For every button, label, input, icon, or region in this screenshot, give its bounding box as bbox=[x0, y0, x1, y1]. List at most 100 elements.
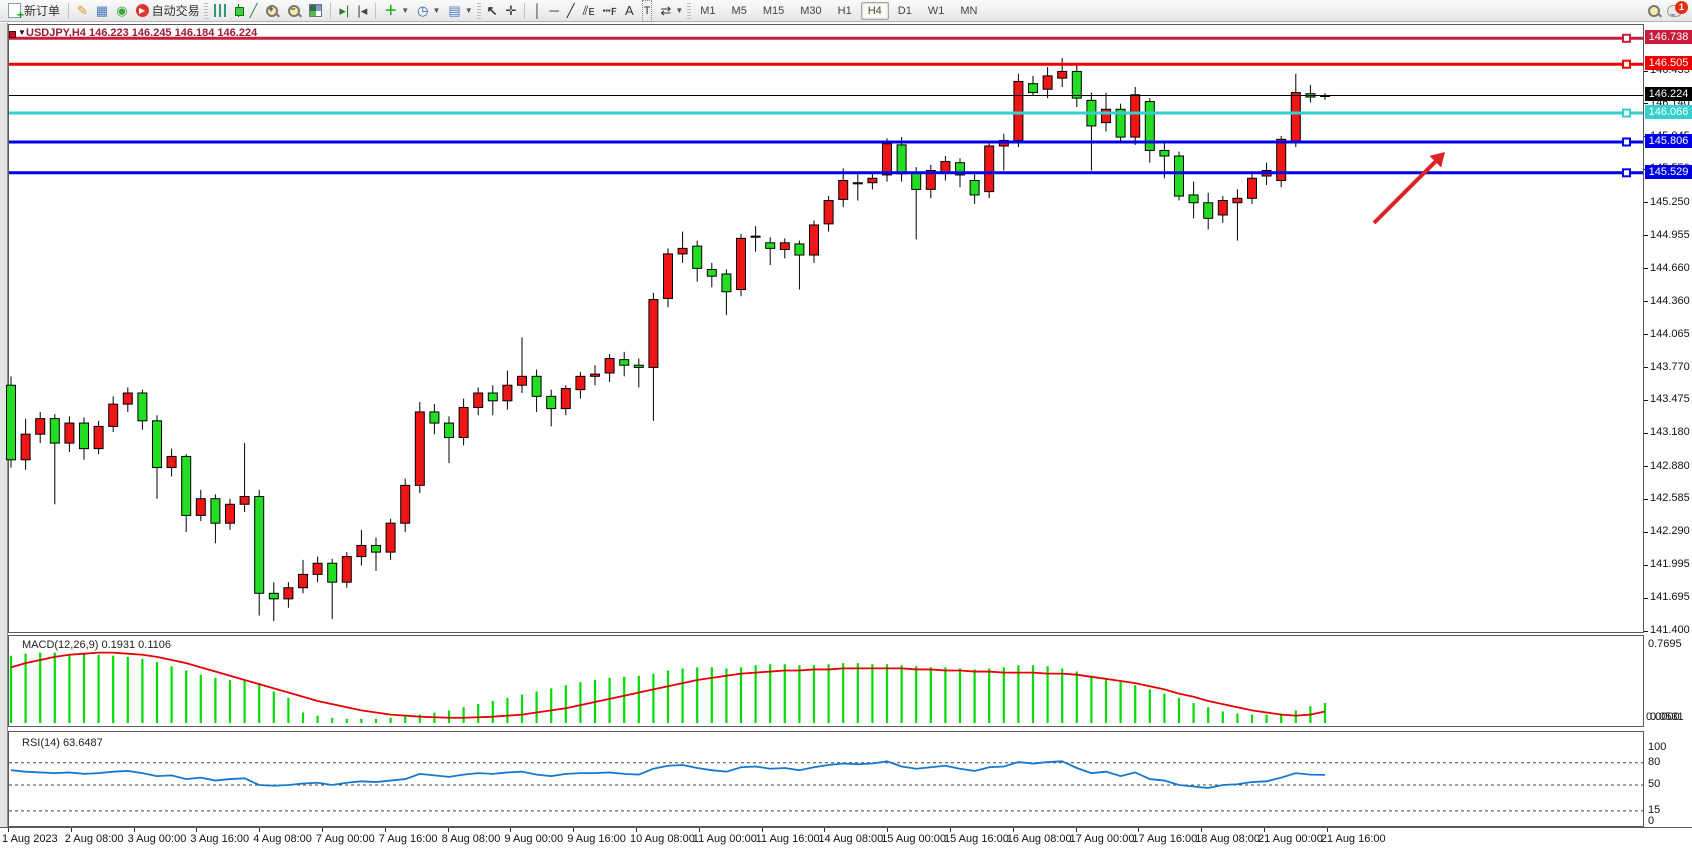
template-chart-icon: ▤ bbox=[448, 1, 460, 21]
candlestick-button[interactable] bbox=[231, 1, 246, 21]
line-chart-button[interactable]: ╱ bbox=[246, 1, 262, 21]
price-tick bbox=[1644, 499, 1648, 500]
timeframe-m15[interactable]: M15 bbox=[756, 2, 791, 20]
autotrade-button[interactable]: ▶ 自动交易 bbox=[132, 1, 204, 21]
auto-scroll-button[interactable]: ▸| bbox=[335, 1, 353, 21]
timeframe-m1[interactable]: M1 bbox=[693, 2, 722, 20]
search-icon[interactable] bbox=[1647, 4, 1661, 18]
time-axis-label: 21 Aug 16:00 bbox=[1321, 833, 1386, 845]
label-tool-button[interactable]: T bbox=[638, 1, 657, 21]
styles-button[interactable]: ✎ bbox=[73, 1, 92, 21]
crosshair-button[interactable]: ✛ bbox=[502, 1, 521, 21]
time-tick bbox=[950, 828, 951, 832]
time-tick bbox=[1264, 828, 1265, 832]
price-tick bbox=[1644, 235, 1648, 236]
timeframe-h4[interactable]: H4 bbox=[861, 2, 889, 20]
macd-chart bbox=[9, 636, 1643, 726]
channel-tool-button[interactable]: ⫽ᴇ bbox=[579, 1, 599, 21]
time-tick bbox=[71, 828, 72, 832]
price-tag: 145.806 bbox=[1645, 134, 1692, 148]
templates-button[interactable]: ▤▼ bbox=[444, 1, 476, 21]
hline-tool-button[interactable]: ─ bbox=[546, 1, 563, 21]
autotrade-icon: ▶ bbox=[136, 4, 149, 17]
indicators-plus-icon: ＋ bbox=[384, 1, 397, 21]
trendline-tool-button[interactable]: ╱ bbox=[563, 1, 579, 21]
time-tick bbox=[1076, 828, 1077, 832]
signal-icon: ◉ bbox=[116, 1, 127, 21]
price-tick bbox=[1644, 433, 1648, 434]
tile-windows-icon bbox=[309, 4, 322, 17]
timeframe-h1[interactable]: H1 bbox=[831, 2, 859, 20]
tile-windows-button[interactable] bbox=[305, 1, 326, 21]
notifications-icon[interactable]: 1 bbox=[1667, 5, 1682, 17]
macd-panel[interactable] bbox=[8, 635, 1644, 727]
main-toolbar: 新订单 ✎ ▦ ◉ ▶ 自动交易 ╱ + − ▸| |◂ ＋▼ ◷▼ ▤▼ ↖ … bbox=[0, 0, 1692, 22]
text-tool-button[interactable]: A bbox=[621, 1, 638, 21]
chevron-down-icon: ▼ bbox=[675, 6, 683, 15]
price-tick bbox=[1644, 400, 1648, 401]
time-tick bbox=[322, 828, 323, 832]
price-tick bbox=[1644, 367, 1648, 368]
time-axis-label: 4 Aug 08:00 bbox=[253, 833, 312, 845]
signals-button[interactable]: ◉ bbox=[112, 1, 131, 21]
price-axis-label: 145.250 bbox=[1650, 196, 1690, 208]
toolbar-separator bbox=[375, 3, 376, 19]
cursor-button[interactable]: ↖ bbox=[483, 1, 502, 21]
text-label-icon: T bbox=[642, 0, 653, 22]
crayon-icon: ✎ bbox=[77, 1, 88, 21]
profiles-button[interactable]: ▦ bbox=[92, 1, 112, 21]
timeframe-m30[interactable]: M30 bbox=[793, 2, 828, 20]
candlestick-chart[interactable] bbox=[9, 25, 1643, 632]
zoom-out-button[interactable]: − bbox=[283, 1, 305, 21]
line-chart-icon: ╱ bbox=[250, 1, 258, 21]
time-axis-label: 17 Aug 16:00 bbox=[1132, 833, 1197, 845]
chevron-down-icon: ▼ bbox=[18, 28, 26, 37]
time-tick bbox=[1013, 828, 1014, 832]
time-tick bbox=[259, 828, 260, 832]
price-tag: 146.224 bbox=[1645, 87, 1692, 101]
price-tick bbox=[1644, 631, 1648, 632]
fibonacci-tool-button[interactable]: ┅ꜰ bbox=[599, 1, 621, 21]
indicators-button[interactable]: ＋▼ bbox=[380, 1, 413, 21]
price-tick bbox=[1644, 301, 1648, 302]
auto-scroll-icon: ▸| bbox=[339, 1, 349, 21]
hline-handle-marker[interactable] bbox=[9, 31, 16, 38]
horizontal-line-icon: ─ bbox=[550, 1, 559, 21]
time-axis-label: 17 Aug 00:00 bbox=[1070, 833, 1135, 845]
time-axis[interactable]: 1 Aug 20232 Aug 08:003 Aug 00:003 Aug 16… bbox=[0, 827, 1692, 853]
time-axis-label: 21 Aug 00:00 bbox=[1258, 833, 1323, 845]
vline-tool-button[interactable]: │ bbox=[529, 1, 545, 21]
timeframe-m5[interactable]: M5 bbox=[725, 2, 754, 20]
price-axis-label: 141.995 bbox=[1650, 558, 1690, 570]
timeframe-mn[interactable]: MN bbox=[953, 2, 984, 20]
price-tick bbox=[1644, 71, 1648, 72]
price-tick bbox=[1644, 466, 1648, 467]
periods-button[interactable]: ◷▼ bbox=[413, 1, 444, 21]
toolbar-grip bbox=[477, 3, 481, 19]
time-tick bbox=[573, 828, 574, 832]
chart-shift-icon: |◂ bbox=[357, 1, 367, 21]
candlestick-icon bbox=[235, 4, 242, 17]
main-chart-panel[interactable] bbox=[8, 24, 1644, 633]
time-tick bbox=[1327, 828, 1328, 832]
chart-shift-button[interactable]: |◂ bbox=[353, 1, 371, 21]
price-tick bbox=[1644, 334, 1648, 335]
time-tick bbox=[8, 828, 9, 832]
time-tick bbox=[1138, 828, 1139, 832]
fibonacci-icon: ┅ꜰ bbox=[603, 1, 617, 21]
arrows-tool-button[interactable]: ⇄▼ bbox=[656, 1, 687, 21]
rsi-panel[interactable] bbox=[8, 731, 1644, 827]
time-tick bbox=[196, 828, 197, 832]
timeframe-w1[interactable]: W1 bbox=[921, 2, 952, 20]
bar-chart-button[interactable] bbox=[210, 1, 231, 21]
rsi-chart bbox=[9, 732, 1643, 826]
rsi-scale-label: 100 bbox=[1648, 741, 1666, 753]
zoom-in-button[interactable]: + bbox=[261, 1, 283, 21]
price-tick bbox=[1644, 532, 1648, 533]
new-order-button[interactable]: 新订单 bbox=[4, 1, 64, 21]
timeframe-d1[interactable]: D1 bbox=[891, 2, 919, 20]
time-tick bbox=[385, 828, 386, 832]
price-axis-label: 143.475 bbox=[1650, 393, 1690, 405]
vertical-line-icon: │ bbox=[533, 1, 541, 21]
time-axis-label: 15 Aug 16:00 bbox=[944, 833, 1009, 845]
